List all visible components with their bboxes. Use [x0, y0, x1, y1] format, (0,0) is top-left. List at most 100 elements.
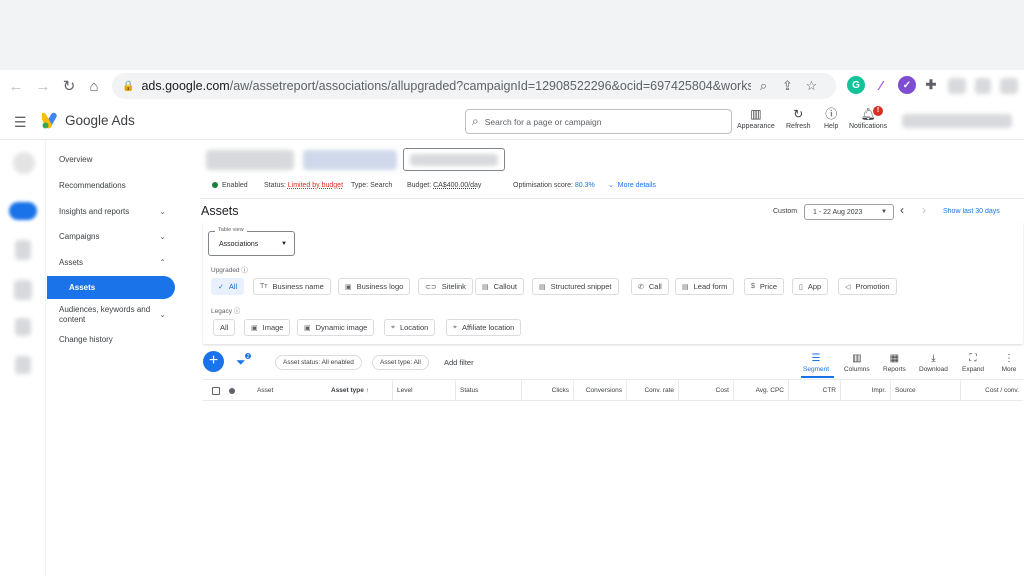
col-cost[interactable]: Cost [679, 380, 734, 401]
col-status[interactable]: Status [456, 380, 522, 401]
share-icon[interactable]: ⇪ [775, 78, 799, 94]
browser-menu-icon[interactable] [975, 78, 991, 94]
columns-button[interactable]: ▥ Columns [844, 352, 870, 373]
campaign-selector[interactable] [303, 150, 397, 170]
col-avg-cpc[interactable]: Avg. CPC [734, 380, 789, 401]
campaigns-rail-icon[interactable] [9, 202, 37, 220]
chip-upgraded-all[interactable]: ✓ All [211, 278, 245, 295]
expand-button[interactable]: ⛶ Expand [962, 352, 984, 373]
account-selector[interactable] [206, 150, 294, 170]
status-value-link[interactable]: Limited by budget [288, 182, 343, 189]
filter-chip-asset-status[interactable]: Asset status: All enabled [275, 355, 362, 370]
column-label: Conversions [585, 387, 622, 394]
chip-call[interactable]: ✆ Call [631, 278, 669, 295]
chip-image[interactable]: ▣ Image [244, 319, 291, 336]
table-view-select[interactable]: Table view Associations ▼ [208, 227, 295, 256]
chip-business-name[interactable]: Tт Business name [253, 278, 331, 295]
chip-location[interactable]: ⌖ Location [384, 319, 436, 336]
chip-app[interactable]: ▯ App [792, 278, 829, 295]
col-conversions[interactable]: Conversions [574, 380, 627, 401]
chip-callout[interactable]: ▤ Callout [475, 278, 524, 295]
chip-sitelink[interactable]: ⊂⊃ Sitelink [418, 278, 473, 295]
col-ctr[interactable]: CTR [789, 380, 841, 401]
previous-period-icon[interactable]: ‹ [900, 203, 904, 217]
col-impr[interactable]: Impr. [841, 380, 891, 401]
back-icon[interactable]: ← [3, 73, 29, 99]
sidebar-item-audiences[interactable]: Audiences, keywords and content ⌄ [47, 302, 200, 328]
help-circle-icon[interactable]: ⓘ [241, 267, 248, 274]
address-bar[interactable]: 🔒 ads.google.com/aw/assetreport/associat… [112, 73, 836, 99]
notifications-label: Notifications [849, 123, 888, 130]
sidebar-item-overview[interactable]: Overview [47, 148, 200, 170]
enabled-status[interactable]: Enabled [212, 182, 248, 189]
reload-icon[interactable]: ↻ [56, 73, 82, 99]
create-icon[interactable] [13, 152, 35, 174]
sidebar-subitem-assets[interactable]: Assets [47, 276, 175, 299]
search-input[interactable]: ⌕ Search for a page or campaign [465, 109, 732, 134]
forward-icon[interactable]: → [30, 73, 56, 99]
sidebar-item-insights[interactable]: Insights and reports ⌄ [47, 200, 200, 222]
sidebar-item-campaigns[interactable]: Campaigns ⌄ [47, 225, 200, 247]
sidebar-item-recommendations[interactable]: Recommendations [47, 174, 200, 196]
tools-rail-icon[interactable] [14, 280, 32, 300]
col-clicks[interactable]: Clicks [522, 380, 574, 401]
more-button[interactable]: ⋮ More [998, 352, 1020, 373]
help-button[interactable]: ⓘ Help [824, 106, 838, 130]
chip-structured-snippet[interactable]: ▤ Structured snippet [532, 278, 619, 295]
col-source[interactable]: Source [891, 380, 961, 401]
google-ads-logo-icon[interactable] [40, 112, 61, 134]
left-rail [0, 140, 46, 576]
add-asset-button[interactable]: + [203, 351, 224, 372]
admin-rail-icon[interactable] [15, 356, 31, 374]
next-period-icon[interactable]: › [922, 203, 926, 217]
chip-dynamic-image[interactable]: ▣ Dynamic image [297, 319, 375, 336]
chip-legacy-all[interactable]: All [213, 319, 236, 336]
account-info[interactable] [902, 114, 1012, 128]
optimisation-value[interactable]: 80.3% [575, 182, 595, 189]
add-filter-button[interactable]: Add filter [444, 358, 474, 367]
pen-extension-icon[interactable]: ⁄ [872, 76, 890, 94]
profile-avatar[interactable] [948, 78, 966, 94]
sidebar-item-assets[interactable]: Assets ⌃ [47, 251, 200, 273]
col-cost-per-conv[interactable]: Cost / conv. [961, 380, 1023, 401]
more-details-link[interactable]: ⌄ More details [608, 181, 656, 189]
chip-business-logo[interactable]: ▣ Business logo [338, 278, 411, 295]
window-control[interactable] [1000, 78, 1018, 94]
bookmark-star-icon[interactable]: ☆ [799, 78, 823, 94]
col-conv-rate[interactable]: Conv. rate [627, 380, 679, 401]
filter-chip-asset-type[interactable]: Asset type: All [372, 355, 429, 370]
segment-button[interactable]: ☰ Segment [803, 352, 829, 373]
zoom-icon[interactable]: ⌕ [751, 78, 775, 94]
show-last-30-days-link[interactable]: Show last 30 days [943, 208, 1024, 215]
notifications-button[interactable]: 🔔︎ ! Notifications [849, 106, 887, 130]
page-title: Assets [201, 204, 239, 218]
puzzle-icon[interactable]: ✚ [922, 76, 940, 94]
select-all-checkbox[interactable] [203, 380, 225, 401]
goals-rail-icon[interactable] [15, 240, 31, 260]
url-text[interactable]: ads.google.com/aw/assetreport/associatio… [141, 79, 751, 93]
col-level[interactable]: Level [393, 380, 456, 401]
status-dot-column[interactable] [225, 380, 250, 401]
menu-icon[interactable]: ☰ [14, 114, 27, 131]
ad-group-selector[interactable] [403, 148, 505, 171]
chip-lead-form[interactable]: ▤ Lead form [675, 278, 735, 295]
phone-icon: ✆ [638, 283, 644, 291]
reports-button[interactable]: ▦ Reports [883, 352, 906, 373]
col-asset[interactable]: Asset [253, 380, 329, 401]
home-icon[interactable]: ⌂ [81, 73, 107, 99]
billing-rail-icon[interactable] [15, 318, 31, 336]
refresh-button[interactable]: ↻ Refresh [786, 106, 811, 130]
download-button[interactable]: ⤓ Download [919, 352, 948, 373]
help-circle-icon[interactable]: ⓘ [234, 308, 241, 315]
appearance-button[interactable]: ▥ Appearance [737, 106, 775, 130]
extension-icon[interactable]: ✓ [898, 76, 916, 94]
chip-price[interactable]: $ Price [744, 278, 784, 295]
chip-affiliate-location[interactable]: ⌖ Affiliate location [446, 319, 522, 336]
grammarly-icon[interactable]: G [847, 76, 865, 94]
budget-value[interactable]: CA$400.00/day [433, 182, 481, 189]
megaphone-icon: ◁ [845, 283, 851, 291]
col-asset-type[interactable]: Asset type ↑ [327, 380, 393, 401]
chip-promotion[interactable]: ◁ Promotion [838, 278, 897, 295]
sidebar-item-change-history[interactable]: Change history [47, 328, 200, 350]
date-range-picker[interactable]: 1 - 22 Aug 2023 ▼ [804, 204, 894, 220]
